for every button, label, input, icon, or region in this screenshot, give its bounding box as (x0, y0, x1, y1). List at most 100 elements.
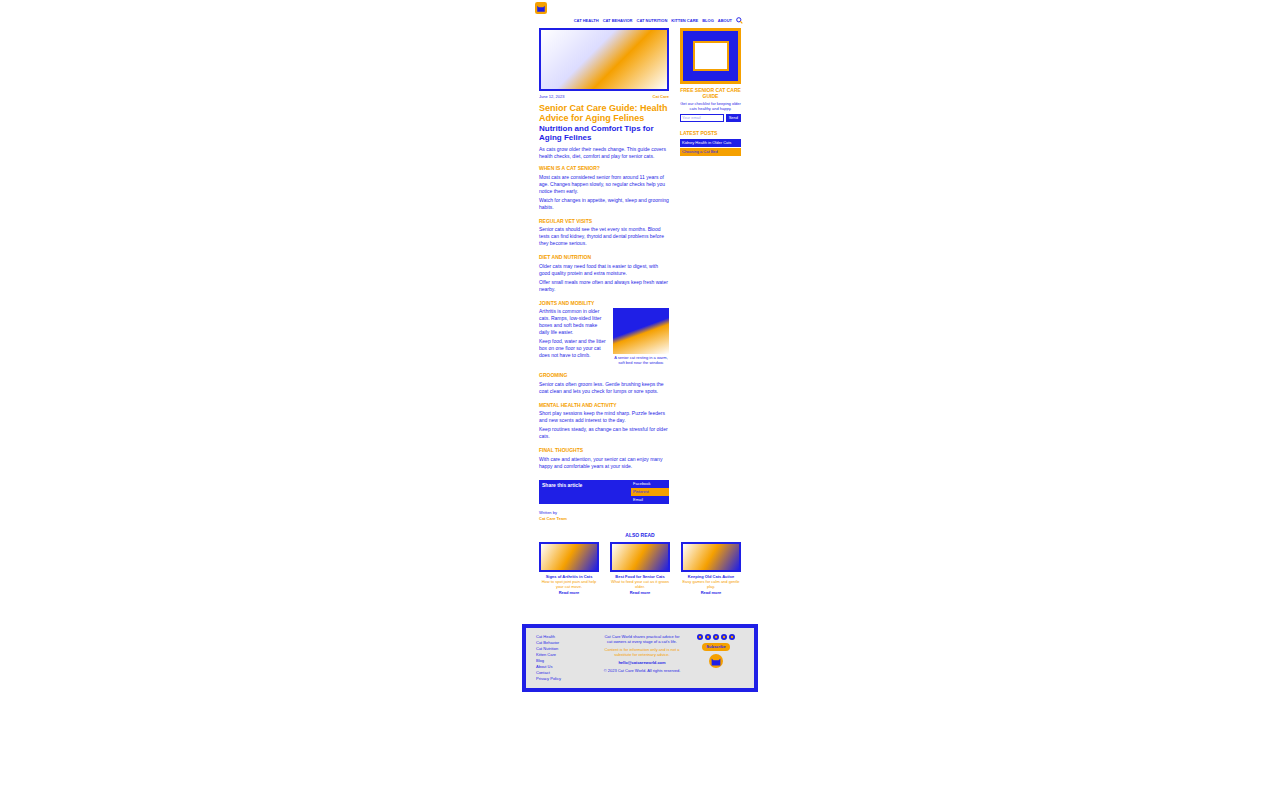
share-bar: Share this articleFacebookPinterestEmail (539, 480, 669, 504)
footer-social: Subscribe (688, 634, 744, 682)
footer-about: Cat Care World shares practical advice f… (602, 634, 682, 682)
footer-contact[interactable]: hello@catcareworld.com (618, 660, 665, 665)
paragraph: Older cats may need food that is easier … (539, 263, 669, 277)
related-card[interactable]: Keeping Old Cats ActiveEasy games for ca… (681, 542, 741, 596)
paragraph: Watch for changes in appetite, weight, s… (539, 197, 669, 211)
paragraph: Senior cats should see the vet every six… (539, 226, 669, 247)
author-name[interactable]: Cat Care Team (539, 516, 669, 522)
instagram-icon (721, 634, 727, 640)
related-card-title[interactable]: Best Food for Senior Cats (615, 574, 664, 579)
latest-post[interactable]: Kidney Health in Older Cats (680, 139, 741, 147)
author: Written byCat Care Team (539, 510, 669, 522)
sidebar-text: Get our checklist for keeping older cats… (680, 101, 741, 111)
footer-link[interactable]: Blog (536, 658, 596, 664)
send-button[interactable]: Send (726, 114, 741, 122)
related-card[interactable]: Signs of Arthritis in CatsHow to spot jo… (539, 542, 599, 596)
related-card-title[interactable]: Signs of Arthritis in Cats (546, 574, 593, 579)
related-card[interactable]: Best Food for Senior CatsWhat to feed yo… (610, 542, 670, 596)
nav-item[interactable]: CAT HEALTH (574, 18, 599, 24)
paragraph: Senior cats often groom less. Gentle bru… (539, 381, 669, 395)
author-label: Written by (539, 510, 669, 516)
read-more-link[interactable]: Read more (559, 590, 580, 596)
content: June 12, 2023Cat CareSenior Cat Care Gui… (522, 28, 758, 522)
nav-item[interactable]: ABOUT (718, 18, 732, 24)
nav-bar: CAT HEALTH CAT BEHAVIOR CAT NUTRITIONKITTE… (533, 17, 747, 24)
footer-link[interactable]: Cat Health (536, 634, 596, 640)
paragraph: Most cats are considered senior from aro… (539, 174, 669, 195)
related-image (539, 542, 599, 572)
signup-form: Send (680, 114, 741, 122)
figure: A senior cat resting in a warm, soft bed… (613, 308, 669, 365)
share-button[interactable]: Pinterest (631, 488, 669, 496)
section-heading: FINAL THOUGHTS (539, 447, 669, 455)
share-button[interactable]: Facebook (631, 480, 669, 488)
email-input[interactable] (680, 114, 724, 122)
youtube-icon (729, 634, 735, 640)
article-section: GROOMINGSenior cats often groom less. Ge… (539, 372, 669, 397)
footer-note: Content is for information only and is n… (602, 647, 682, 657)
latest-title: LATEST POSTS (680, 130, 741, 138)
read-more-link[interactable]: Read more (630, 590, 651, 596)
article-section: FINAL THOUGHTSWith care and attention, y… (539, 447, 669, 472)
paragraph: With care and attention, your senior cat… (539, 456, 669, 470)
section-heading: MENTAL HEALTH AND ACTIVITY (539, 402, 669, 410)
article-lead: As cats grow older their needs change. T… (539, 146, 669, 160)
related-card-excerpt: What to feed your cat as it grows older. (610, 579, 670, 589)
paragraph: Keep routines steady, as change can be s… (539, 426, 669, 440)
facebook-icon (697, 634, 703, 640)
footer: Cat HealthCat BehaviorCat NutritionKitte… (522, 624, 758, 692)
related: ALSO READSigns of Arthritis in CatsHow t… (522, 532, 758, 597)
share-label: Share this article (539, 480, 631, 504)
related-image (681, 542, 741, 572)
article-meta: June 12, 2023 Cat Care (539, 94, 669, 100)
article-section: JOINTS AND MOBILITY A senior cat resting … (539, 300, 669, 368)
read-more-link[interactable]: Read more (701, 590, 722, 596)
search-icon (736, 17, 743, 24)
hero-image (539, 28, 669, 91)
sidebar-image (680, 28, 741, 84)
nav-item[interactable]: BLOG (702, 18, 714, 24)
nav-item[interactable]: KITTEN CARE (671, 18, 698, 24)
section-heading: WHEN IS A CAT SENIOR? (539, 165, 669, 173)
header: CAT HEALTH CAT BEHAVIOR CAT NUTRITIONKITTE… (522, 0, 758, 24)
logo-icon (533, 2, 549, 14)
section-heading: DIET AND NUTRITION (539, 254, 669, 262)
footer-link[interactable]: Cat Nutrition (536, 646, 596, 652)
related-card-title[interactable]: Keeping Old Cats Active (688, 574, 734, 579)
figure-caption: A senior cat resting in a warm, soft bed… (613, 355, 669, 365)
section-heading: REGULAR VET VISITS (539, 218, 669, 226)
page: CAT HEALTH CAT BEHAVIOR CAT NUTRITIONKITTE… (522, 0, 758, 692)
subscribe-button[interactable]: Subscribe (702, 643, 729, 651)
nav-item[interactable]: CAT BEHAVIOR (603, 18, 633, 24)
twitter-icon (705, 634, 711, 640)
related-card-excerpt: How to spot joint pain and help your cat… (539, 579, 599, 589)
pinterest-icon (713, 634, 719, 640)
article-section: REGULAR VET VISITSSenior cats should see… (539, 218, 669, 250)
copyright: © 2023 Cat Care World. All rights reserv… (604, 668, 681, 673)
section-heading: GROOMING (539, 372, 669, 380)
footer-link[interactable]: Privacy Policy (536, 676, 596, 682)
paragraph: Short play sessions keep the mind sharp.… (539, 410, 669, 424)
article-section: MENTAL HEALTH AND ACTIVITYShort play ses… (539, 402, 669, 443)
sidebar: FREE SENIOR CAT CARE GUIDEGet our checkl… (680, 28, 741, 156)
nav-item[interactable]: CAT NUTRITION (637, 18, 668, 24)
footer-link[interactable]: Cat Behavior (536, 640, 596, 646)
footer-links: Cat HealthCat BehaviorCat NutritionKitte… (536, 634, 596, 682)
article-category[interactable]: Cat Care (653, 94, 669, 100)
related-card-excerpt: Easy games for calm and gentle play. (681, 579, 741, 589)
section-heading: JOINTS AND MOBILITY (539, 300, 669, 308)
social-icons (697, 634, 735, 640)
paragraph: Offer small meals more often and always … (539, 279, 669, 293)
footer-link[interactable]: Contact (536, 670, 596, 676)
related-grid: Signs of Arthritis in CatsHow to spot jo… (539, 542, 741, 596)
book-image (693, 41, 729, 71)
related-image (610, 542, 670, 572)
article-section: DIET AND NUTRITIONOlder cats may need fo… (539, 254, 669, 295)
article-subtitle: Nutrition and Comfort Tips for Aging Fel… (539, 124, 669, 142)
footer-link[interactable]: About Us (536, 664, 596, 670)
latest-post[interactable]: Choosing a Cat Bed (680, 148, 741, 156)
footer-link[interactable]: Kitten Care (536, 652, 596, 658)
share-button[interactable]: Email (631, 496, 669, 504)
footer-logo-icon (709, 654, 723, 668)
article-date: June 12, 2023 (539, 94, 564, 100)
